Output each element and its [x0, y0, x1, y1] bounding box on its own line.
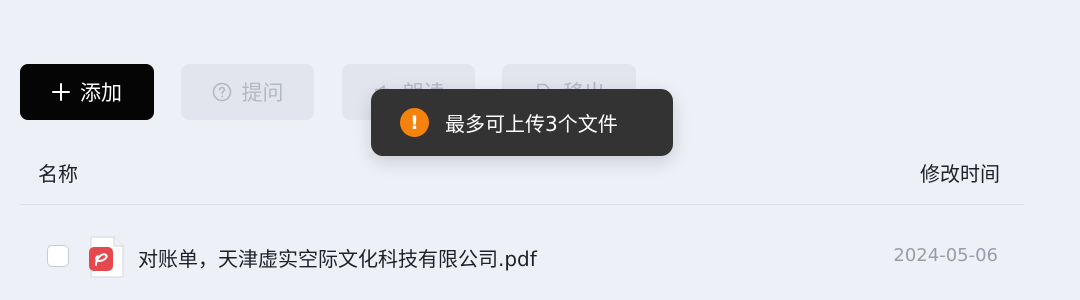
column-header-name[interactable]: 名称 [38, 158, 78, 187]
toast-notification: ! 最多可上传3个文件 [371, 89, 673, 156]
ask-button[interactable]: 提问 [181, 64, 314, 120]
table-row[interactable]: 对账单，天津虚实空际文化科技有限公司.pdf 2024-05-06 [20, 230, 1024, 286]
warning-icon: ! [400, 108, 429, 137]
ask-button-label: 提问 [241, 81, 284, 105]
header-divider [20, 204, 1024, 205]
add-button[interactable]: 添加 [20, 64, 154, 120]
toast-message: 最多可上传3个文件 [445, 112, 618, 136]
question-circle-icon [212, 82, 232, 102]
column-header-modified-time[interactable]: 修改时间 [920, 158, 1000, 187]
plus-icon [52, 83, 70, 101]
file-name[interactable]: 对账单，天津虚实空际文化科技有限公司.pdf [138, 243, 537, 272]
row-checkbox[interactable] [47, 245, 69, 267]
file-modified-date: 2024-05-06 [893, 245, 998, 266]
pdf-file-icon [89, 236, 125, 278]
add-button-label: 添加 [80, 81, 122, 105]
